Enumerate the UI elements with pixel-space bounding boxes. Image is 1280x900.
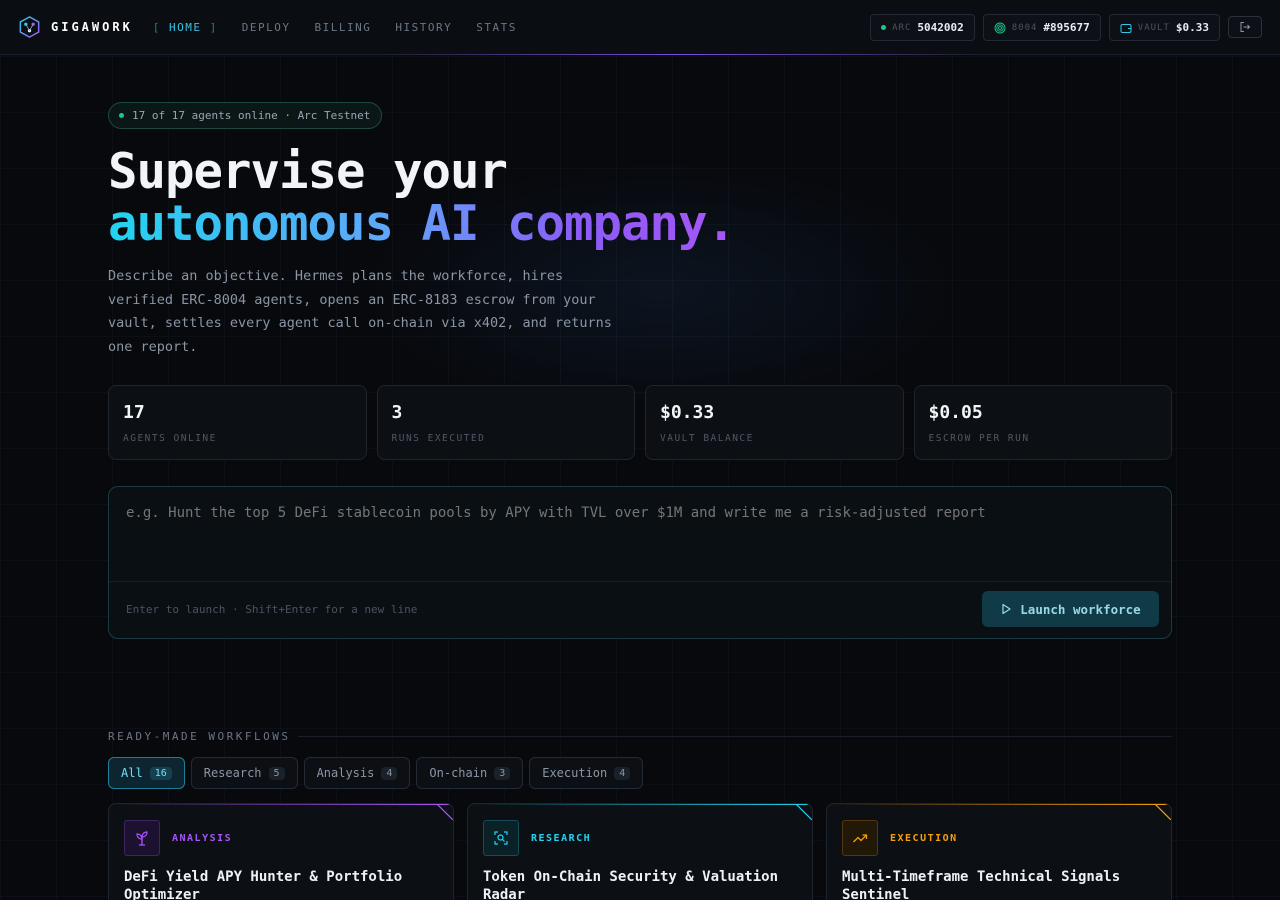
play-icon xyxy=(1002,603,1011,615)
nav-deploy[interactable]: DEPLOY xyxy=(242,21,291,34)
workflow-card-token-security[interactable]: RESEARCH Token On-Chain Security & Valua… xyxy=(467,803,813,900)
card-title: DeFi Yield APY Hunter & Portfolio Optimi… xyxy=(124,869,403,900)
brand[interactable]: GIGAWORK xyxy=(19,16,133,38)
stat-label: AGENTS ONLINE xyxy=(123,433,217,444)
vault-label: VAULT xyxy=(1137,22,1170,33)
sprout-icon xyxy=(136,831,148,846)
card-icon-box xyxy=(124,820,160,856)
stat-label: ESCROW PER RUN xyxy=(928,433,1030,444)
hero-headline: Supervise your autonomous AI company. xyxy=(108,143,736,252)
filter-label: Research xyxy=(203,766,262,780)
online-dot-icon xyxy=(119,113,124,118)
nav-home-label: HOME xyxy=(169,20,202,34)
vault-pill[interactable]: VAULT $0.33 xyxy=(1108,14,1220,41)
card-header: EXECUTION xyxy=(842,820,1156,856)
stat-value: 17 xyxy=(123,402,145,423)
erc8004-identity-pill[interactable]: 8004 #895677 xyxy=(982,14,1101,41)
filter-count: 3 xyxy=(494,766,511,780)
card-title: Multi-Timeframe Technical Signals Sentin… xyxy=(842,869,1121,900)
filter-count: 16 xyxy=(149,766,172,780)
workflow-card-technical-signals[interactable]: EXECUTION Multi-Timeframe Technical Sign… xyxy=(826,803,1172,900)
filter-all[interactable]: All 16 xyxy=(108,757,185,789)
nav-bracket-right: ] xyxy=(201,20,218,34)
brand-name: GIGAWORK xyxy=(51,20,133,34)
launch-workforce-label: Launch workforce xyxy=(1020,601,1141,617)
stat-card-escrow: $0.05 ESCROW PER RUN xyxy=(913,385,1172,460)
header-pills: ARC 5042002 8004 #895677 VAULT $0.33 xyxy=(870,14,1262,41)
card-accent-line xyxy=(468,804,812,805)
arc-label: ARC xyxy=(892,22,912,33)
stat-card-runs: 3 RUNS EXECUTED xyxy=(376,385,635,460)
filter-on-chain[interactable]: On-chain 3 xyxy=(416,757,524,789)
card-header: ANALYSIS xyxy=(124,820,438,856)
stat-value: 3 xyxy=(391,402,403,423)
stat-value: $0.33 xyxy=(660,402,715,423)
card-title: Token On-Chain Security & Valuation Rada… xyxy=(483,869,779,900)
composer-hint: Enter to launch · Shift+Enter for a new … xyxy=(126,603,418,616)
card-category: EXECUTION xyxy=(890,832,958,844)
filter-count: 4 xyxy=(614,766,631,780)
filter-label: On-chain xyxy=(429,766,488,780)
workflow-filters: All 16 Research 5 Analysis 4 On-chain 3 … xyxy=(108,757,644,789)
headline-line-1: Supervise your xyxy=(108,143,508,200)
card-header: RESEARCH xyxy=(483,820,797,856)
scan-search-icon xyxy=(494,831,508,845)
card-accent-line xyxy=(827,804,1171,805)
card-category: RESEARCH xyxy=(531,832,592,844)
arc-chain-pill[interactable]: ARC 5042002 xyxy=(870,14,975,41)
fingerprint-icon xyxy=(994,22,1006,33)
nav-stats[interactable]: STATS xyxy=(476,21,517,34)
online-dot-icon xyxy=(881,25,887,30)
filter-count: 5 xyxy=(268,766,285,780)
agents-status-text: 17 of 17 agents online · Arc Testnet xyxy=(132,109,371,122)
card-corner-icon xyxy=(1155,804,1171,820)
stat-card-agents: 17 AGENTS ONLINE xyxy=(108,385,367,460)
filter-label: Analysis xyxy=(316,766,375,780)
filter-research[interactable]: Research 5 xyxy=(190,757,298,789)
card-accent-line xyxy=(109,804,453,805)
logout-button[interactable] xyxy=(1228,16,1262,38)
logout-icon xyxy=(1240,22,1251,32)
filter-analysis[interactable]: Analysis 4 xyxy=(303,757,411,789)
workflow-card-defi-yield[interactable]: ANALYSIS DeFi Yield APY Hunter & Portfol… xyxy=(108,803,454,900)
card-icon-box xyxy=(483,820,519,856)
objective-input[interactable] xyxy=(126,505,1146,565)
top-bar: GIGAWORK [ HOME ] DEPLOY BILLING HISTORY… xyxy=(0,0,1280,55)
card-corner-icon xyxy=(796,804,812,820)
stat-label: RUNS EXECUTED xyxy=(391,433,486,444)
erc-value: #895677 xyxy=(1043,21,1090,34)
workflows-section-title: READY-MADE WORKFLOWS xyxy=(108,730,291,743)
card-icon-box xyxy=(842,820,878,856)
trending-up-icon xyxy=(853,834,868,843)
hexagon-logo-icon xyxy=(19,16,40,38)
filter-execution[interactable]: Execution 4 xyxy=(529,757,644,789)
headline-line-2: autonomous AI company. xyxy=(108,195,736,252)
stat-label: VAULT BALANCE xyxy=(660,433,754,444)
wallet-icon xyxy=(1120,23,1132,33)
composer-divider xyxy=(109,581,1171,582)
stat-value: $0.05 xyxy=(928,402,983,423)
erc-label: 8004 xyxy=(1011,22,1038,33)
nav-home[interactable]: [ HOME ] xyxy=(153,21,218,34)
card-corner-icon xyxy=(437,804,453,820)
nav-bracket-left: [ xyxy=(152,20,170,34)
section-divider xyxy=(298,736,1172,737)
workflow-cards: ANALYSIS DeFi Yield APY Hunter & Portfol… xyxy=(108,803,1172,900)
agents-status-pill: 17 of 17 agents online · Arc Testnet xyxy=(108,102,383,129)
objective-composer: Enter to launch · Shift+Enter for a new … xyxy=(108,486,1172,639)
filter-count: 4 xyxy=(381,766,398,780)
nav-billing[interactable]: BILLING xyxy=(315,21,372,34)
card-category: ANALYSIS xyxy=(172,832,233,844)
vault-value: $0.33 xyxy=(1175,21,1209,34)
filter-label: All xyxy=(121,766,143,780)
launch-workforce-button[interactable]: Launch workforce xyxy=(982,591,1159,627)
arc-value: 5042002 xyxy=(917,21,964,34)
stats-row: 17 AGENTS ONLINE 3 RUNS EXECUTED $0.33 V… xyxy=(108,385,1172,460)
stat-card-vault: $0.33 VAULT BALANCE xyxy=(645,385,904,460)
main-nav: [ HOME ] DEPLOY BILLING HISTORY STATS xyxy=(153,21,541,34)
filter-label: Execution xyxy=(542,766,608,780)
hero-description: Describe an objective. Hermes plans the … xyxy=(108,268,612,355)
nav-history[interactable]: HISTORY xyxy=(395,21,452,34)
